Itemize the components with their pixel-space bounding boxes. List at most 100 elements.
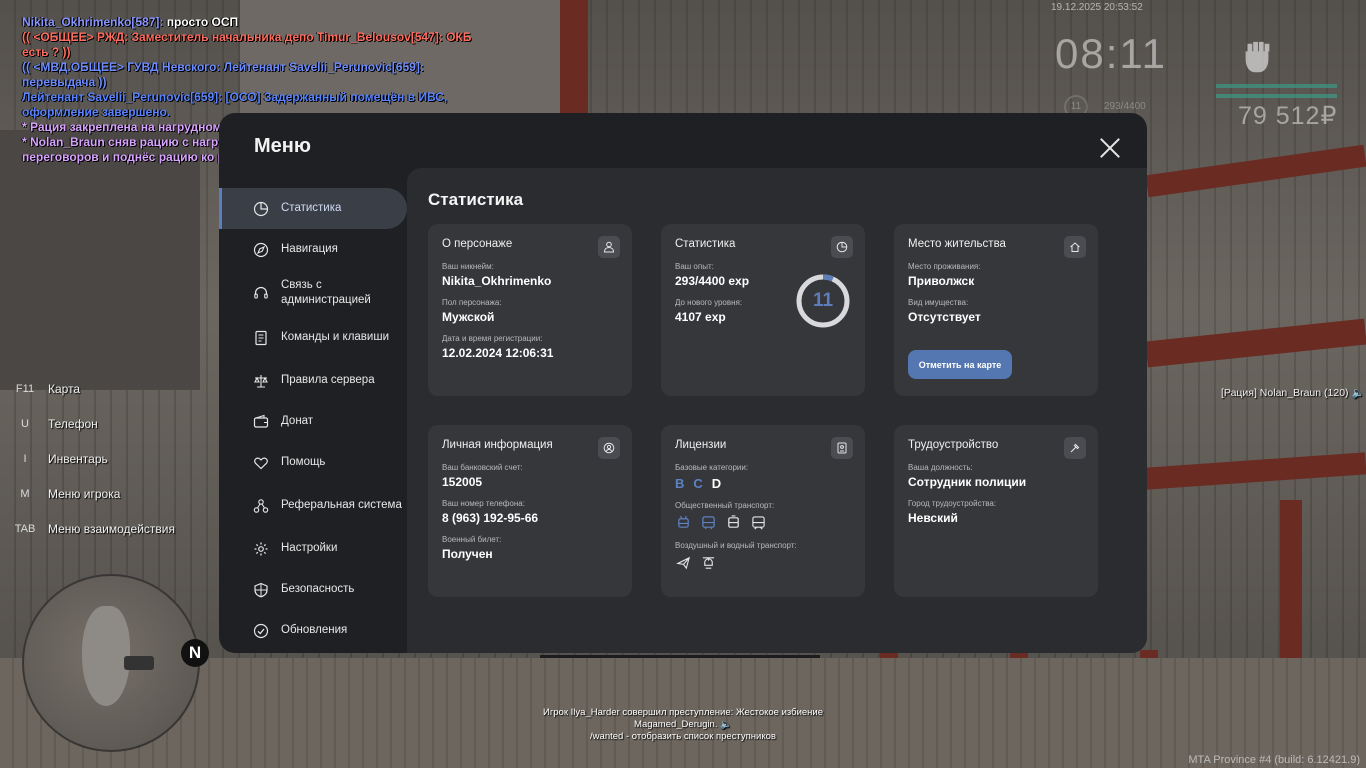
- crime-notification: Игрок Ilya_Harder совершил преступление:…: [530, 707, 836, 743]
- heart-hand-icon: [254, 457, 268, 469]
- wallet-icon: [253, 414, 269, 428]
- license-icon: [831, 437, 853, 459]
- menu-panel: Меню Статистика Навигация Связь с админист…: [219, 113, 1147, 653]
- property-value: Отсутствует: [908, 310, 981, 324]
- gender-value: Мужской: [442, 310, 495, 324]
- build-info: MTA Province #4 (build: 6.12421.9): [1188, 754, 1360, 766]
- gender-label: Пол персонажа:: [442, 298, 502, 307]
- hotkey-item[interactable]: F11 Карта: [10, 371, 175, 406]
- job-city-value: Невский: [908, 511, 958, 525]
- property-label: Вид имущества:: [908, 298, 969, 307]
- train-icon: [750, 514, 767, 531]
- chat-line: (( <МВД.ОБЩЕЕ> ГУВД Невского: Лейтенант …: [22, 60, 492, 90]
- sidebar-item-compass[interactable]: Навигация: [219, 229, 407, 270]
- speaker-icon: 🔈: [1351, 387, 1365, 399]
- mark-on-map-button[interactable]: Отметить на карте: [908, 350, 1012, 379]
- card-title: Лицензии: [675, 439, 727, 451]
- gear-icon: [254, 542, 268, 555]
- roof-beam: [1145, 318, 1366, 368]
- sidebar-item-label: Статистика: [281, 202, 342, 214]
- sidebar-item-label: Обновления: [281, 624, 348, 636]
- referral-icon: [253, 498, 269, 513]
- hotkey-label: Карта: [48, 381, 81, 396]
- stats-content: Статистика О персонаже Ваш никнейм: Nikit…: [407, 168, 1147, 653]
- personal-info-card: Личная информация Ваш банковский счет: 15…: [428, 425, 632, 597]
- chat-text: просто ОСП: [163, 15, 239, 29]
- military-label: Военный билет:: [442, 535, 502, 544]
- scales-icon: [254, 374, 268, 388]
- hotkey-key: U: [21, 417, 29, 430]
- card-title: Место жительства: [908, 238, 1006, 250]
- card-title: О персонаже: [442, 238, 513, 250]
- base-categories-label: Базовые категории:: [675, 463, 749, 472]
- hud-exp: 293/4400: [1104, 101, 1146, 112]
- hotkey-label: Телефон: [48, 416, 98, 431]
- hotkey-item[interactable]: TAB Меню взаимодействия: [10, 511, 175, 546]
- employment-card: Трудоустройство Ваша должность: Сотрудник…: [894, 425, 1098, 597]
- licenses-card: Лицензии Базовые категории: BCD Обществе…: [661, 425, 865, 597]
- phone-value: 8 (963) 192-95-66: [442, 511, 539, 525]
- hotkey-key: M: [20, 487, 30, 500]
- sidebar-item-heart-hand[interactable]: Помощь: [219, 442, 407, 483]
- hotkey-label: Меню взаимодействия: [48, 521, 175, 536]
- update-icon: [253, 623, 269, 638]
- hotkey-label: Меню игрока: [48, 486, 121, 501]
- stats-icon: [253, 201, 269, 216]
- roof-beam: [1145, 144, 1366, 198]
- radio-indicator: [Рация] Nolan_Braun (120) 🔈: [1221, 386, 1365, 399]
- hotkey-list: F11 Карта U Телефон I Инвентарь M Меню игрока TA…: [10, 371, 175, 546]
- card-title: Личная информация: [442, 439, 553, 451]
- compass-icon: [253, 242, 269, 257]
- sidebar-item-label: Правила сервера: [281, 374, 375, 386]
- sidebar-item-label: Безопасность: [281, 583, 355, 595]
- hotkey-key: I: [23, 452, 27, 465]
- air-water-transport-icons: [675, 554, 851, 571]
- nickname-label: Ваш никнейм:: [442, 262, 494, 271]
- sidebar-item-stats[interactable]: Статистика: [219, 188, 407, 229]
- sidebar-item-referral[interactable]: Реферальная система: [219, 483, 407, 528]
- speaker-icon: 🔈: [720, 719, 732, 730]
- radio-label: [Рация] Nolan_Braun (120): [1221, 387, 1349, 399]
- section-title: Статистика: [428, 190, 524, 209]
- player-marker: [124, 656, 154, 670]
- chat-line: (( <ОБЩЕЕ> РЖД: Заместитель начальника д…: [22, 30, 492, 60]
- sidebar-item-headset[interactable]: Связь с администрацией: [219, 270, 407, 315]
- card-title: Трудоустройство: [908, 439, 999, 451]
- document-icon: [255, 330, 267, 345]
- close-button[interactable]: [1099, 137, 1121, 159]
- hotkey-item[interactable]: I Инвентарь: [10, 441, 175, 476]
- minimap: [22, 574, 200, 752]
- hotkey-item[interactable]: M Меню игрока: [10, 476, 175, 511]
- sidebar-item-label: Донат: [281, 415, 314, 427]
- shield-icon: [254, 582, 268, 597]
- license-category-b: B: [675, 476, 685, 491]
- sidebar-item-scales[interactable]: Правила сервера: [219, 360, 407, 401]
- helicopter-icon: [700, 554, 717, 571]
- person-icon: [598, 236, 620, 258]
- minimap-terrain: [82, 606, 130, 706]
- license-category-c: C: [693, 476, 703, 491]
- plane-icon: [675, 554, 692, 571]
- user-circle-icon: [598, 437, 620, 459]
- residence-value: Приволжск: [908, 274, 975, 288]
- headset-icon: [254, 286, 268, 299]
- phone-label: Ваш номер телефона:: [442, 499, 525, 508]
- hotkey-item[interactable]: U Телефон: [10, 406, 175, 441]
- sidebar-item-wallet[interactable]: Донат: [219, 401, 407, 442]
- home-icon: [1064, 236, 1086, 258]
- hotkey-key: TAB: [14, 522, 36, 535]
- sidebar-item-gear[interactable]: Настройки: [219, 528, 407, 569]
- roof-beam: [1145, 452, 1366, 490]
- sidebar-item-document[interactable]: Команды и клавиши: [219, 315, 407, 360]
- crime-line-1: Игрок Ilya_Harder совершил преступление:…: [542, 707, 824, 718]
- bank-label: Ваш банковский счет:: [442, 463, 523, 472]
- card-title: Статистика: [675, 238, 736, 250]
- position-value: Сотрудник полиции: [908, 475, 1027, 489]
- sidebar-item-update[interactable]: Обновления: [219, 610, 407, 651]
- sidebar-item-shield[interactable]: Безопасность: [219, 569, 407, 610]
- hud-datetime: 19.12.2025 20:53:52: [1051, 2, 1143, 13]
- job-city-label: Город трудоустройства:: [908, 499, 997, 508]
- sidebar-item-label: Команды и клавиши: [281, 331, 389, 343]
- building-wall: [0, 130, 200, 390]
- sidebar-item-label: Помощь: [281, 456, 326, 468]
